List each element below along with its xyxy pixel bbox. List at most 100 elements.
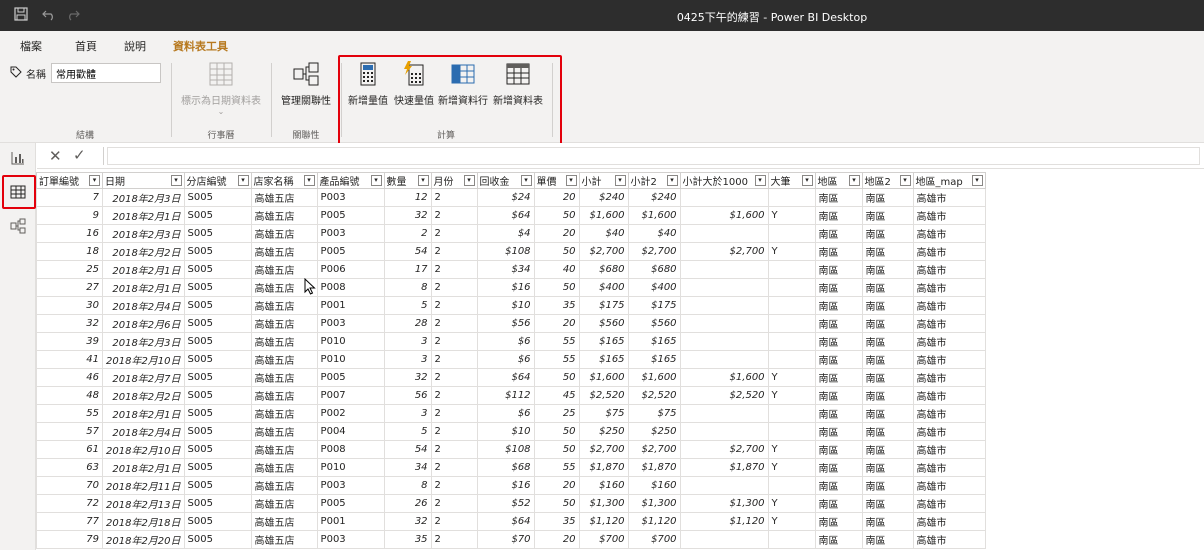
table-cell[interactable]: 2 [430,368,478,387]
table-cell[interactable]: $680 [627,260,681,279]
column-header[interactable]: 數量 ▾ [383,172,432,189]
table-cell[interactable] [767,476,816,495]
column-header[interactable]: 大筆 ▾ [767,172,816,189]
table-cell[interactable]: 南區 [861,386,914,405]
table-cell[interactable]: 35 [383,530,432,549]
table-cell[interactable]: 55 [36,404,103,423]
table-cell[interactable]: Y [767,440,816,459]
manage-relationships-button[interactable]: 管理關聯性 [276,61,336,107]
table-cell[interactable]: $1,600 [679,206,769,225]
table-cell[interactable]: $1,300 [578,494,629,513]
table-cell[interactable]: 高雄市 [912,386,986,405]
table-cell[interactable]: S005 [183,386,252,405]
table-cell[interactable]: 32 [383,512,432,531]
column-dropdown-icon[interactable]: ▾ [303,175,315,186]
column-dropdown-icon[interactable]: ▾ [848,175,860,186]
table-cell[interactable]: 高雄五店 [250,242,318,261]
column-dropdown-icon[interactable]: ▾ [89,175,100,186]
table-cell[interactable]: $4 [476,224,535,243]
table-row[interactable]: 18 2018年2月2日 S005 高雄五店 P005 54 2 $108 50 $2,700 $2… [36,242,986,261]
table-cell[interactable]: 2 [430,260,478,279]
table-cell[interactable]: $165 [578,332,629,351]
table-cell[interactable]: 南區 [861,224,914,243]
table-row[interactable]: 55 2018年2月1日 S005 高雄五店 P002 3 2 $6 25 $75 $75 南區 南區高… [36,404,986,423]
table-row[interactable]: 41 2018年2月10日 S005 高雄五店 P010 3 2 $6 55 $165 $165 南區… [36,350,986,369]
table-cell[interactable]: 2018年2月18日 [102,512,185,531]
table-row[interactable]: 77 2018年2月18日 S005 高雄五店 P001 32 2 $64 35 $1,120 $1… [36,512,986,531]
quick-measure-button[interactable]: 快速量值 [392,61,436,107]
table-cell[interactable]: $108 [476,440,535,459]
table-cell[interactable]: 2018年2月7日 [102,368,185,387]
table-cell[interactable]: 20 [533,188,580,207]
table-cell[interactable]: 39 [36,332,103,351]
table-cell[interactable]: $250 [627,422,681,441]
table-cell[interactable]: Y [767,368,816,387]
table-cell[interactable]: 南區 [861,368,914,387]
table-cell[interactable]: 高雄市 [912,260,986,279]
table-cell[interactable]: 50 [533,206,580,225]
table-cell[interactable]: 南區 [814,314,863,333]
table-cell[interactable]: 南區 [814,206,863,225]
table-cell[interactable]: 南區 [814,350,863,369]
table-cell[interactable]: 高雄市 [912,512,986,531]
table-cell[interactable]: $1,870 [627,458,681,477]
table-cell[interactable]: 40 [533,260,580,279]
table-cell[interactable]: S005 [183,296,252,315]
table-cell[interactable]: S005 [183,422,252,441]
table-cell[interactable]: 2018年2月4日 [102,422,185,441]
table-cell[interactable]: 南區 [814,530,863,549]
table-cell[interactable]: 高雄五店 [250,386,318,405]
table-cell[interactable]: 南區 [861,404,914,423]
table-cell[interactable]: 南區 [814,440,863,459]
table-cell[interactable] [679,260,769,279]
table-cell[interactable]: S005 [183,242,252,261]
column-header[interactable]: 訂單編號 ▾ [36,172,103,189]
table-cell[interactable]: 南區 [861,530,914,549]
table-cell[interactable]: P005 [316,494,385,513]
table-cell[interactable]: $108 [476,242,535,261]
table-cell[interactable]: $2,700 [578,242,629,261]
table-cell[interactable]: 2018年2月20日 [102,530,185,549]
report-view-icon[interactable] [4,145,32,171]
table-cell[interactable]: 20 [533,224,580,243]
column-dropdown-icon[interactable]: ▾ [565,175,577,186]
table-cell[interactable]: 高雄五店 [250,458,318,477]
table-cell[interactable]: P007 [316,386,385,405]
table-cell[interactable]: 18 [36,242,103,261]
table-cell[interactable]: 30 [36,296,103,315]
table-cell[interactable]: $400 [627,278,681,297]
table-cell[interactable]: 南區 [814,224,863,243]
table-cell[interactable] [767,314,816,333]
table-cell[interactable]: 50 [533,422,580,441]
table-cell[interactable]: S005 [183,458,252,477]
table-cell[interactable]: 2 [383,224,432,243]
table-cell[interactable]: 63 [36,458,103,477]
table-cell[interactable]: 55 [533,458,580,477]
table-cell[interactable]: P005 [316,206,385,225]
table-cell[interactable]: 高雄市 [912,440,986,459]
table-cell[interactable]: 高雄五店 [250,296,318,315]
table-cell[interactable]: 16 [36,224,103,243]
table-cell[interactable]: 28 [383,314,432,333]
table-cell[interactable]: $112 [476,386,535,405]
commit-icon[interactable]: ✓ [73,146,86,164]
table-cell[interactable] [767,350,816,369]
table-cell[interactable]: 南區 [861,188,914,207]
table-row[interactable]: 48 2018年2月2日 S005 高雄五店 P007 56 2 $112 45 $2,520 $2… [36,386,986,405]
table-row[interactable]: 70 2018年2月11日 S005 高雄五店 P003 8 2 $16 20 $160 $160 南… [36,476,986,495]
column-dropdown-icon[interactable]: ▾ [666,175,678,186]
table-cell[interactable]: Y [767,512,816,531]
table-cell[interactable]: 3 [383,350,432,369]
table-cell[interactable]: $250 [578,422,629,441]
table-cell[interactable]: 20 [533,530,580,549]
table-cell[interactable]: 南區 [861,206,914,225]
table-cell[interactable]: $16 [476,278,535,297]
table-cell[interactable] [767,332,816,351]
table-cell[interactable]: 南區 [861,350,914,369]
table-cell[interactable]: 55 [533,350,580,369]
table-cell[interactable]: 高雄市 [912,314,986,333]
table-cell[interactable]: $75 [578,404,629,423]
table-cell[interactable]: 61 [36,440,103,459]
table-cell[interactable]: P008 [316,440,385,459]
table-cell[interactable]: $1,600 [679,368,769,387]
